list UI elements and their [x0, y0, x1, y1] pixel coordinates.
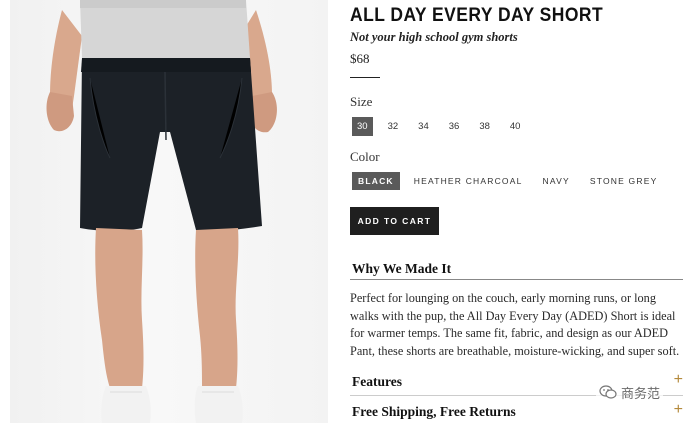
product-title: ALL DAY EVERY DAY SHORT — [350, 5, 604, 26]
plus-icon: + — [673, 401, 683, 418]
shipping-accordion[interactable]: Free Shipping, Free Returns + — [350, 401, 683, 423]
color-selector: BLACK HEATHER CHARCOAL NAVY STONE GREY — [352, 172, 671, 190]
plus-icon: + — [673, 371, 683, 388]
watermark: 商务范 — [596, 382, 664, 403]
watermark-text: 商务范 — [621, 387, 661, 402]
product-price: $68 — [350, 51, 370, 66]
model-shorts-illustration — [46, 0, 277, 423]
size-option-34[interactable]: 34 — [413, 117, 434, 136]
color-option-black[interactable]: BLACK — [352, 172, 400, 190]
size-label: Size — [350, 94, 373, 109]
color-label: Color — [350, 149, 380, 164]
size-option-30[interactable]: 30 — [352, 117, 373, 136]
color-option-heather-charcoal[interactable]: HEATHER CHARCOAL — [408, 172, 529, 190]
size-option-36[interactable]: 36 — [444, 117, 465, 136]
product-info: ALL DAY EVERY DAY SHORT Not your high sc… — [350, 0, 685, 423]
why-we-made-it-heading: Why We Made It — [352, 261, 452, 276]
accordion-title: Features — [352, 374, 402, 389]
product-subtitle: Not your high school gym shorts — [350, 30, 518, 44]
wechat-icon — [599, 385, 617, 399]
product-image — [10, 0, 328, 423]
add-to-cart-button[interactable]: ADD TO CART — [350, 207, 439, 235]
size-option-32[interactable]: 32 — [383, 117, 404, 136]
size-selector: 30 32 34 36 38 40 — [352, 117, 535, 136]
size-option-38[interactable]: 38 — [474, 117, 495, 136]
size-option-40[interactable]: 40 — [505, 117, 526, 136]
product-description: Perfect for lounging on the couch, early… — [350, 291, 680, 358]
color-option-stone-grey[interactable]: STONE GREY — [584, 172, 664, 190]
accordion-title: Free Shipping, Free Returns — [352, 404, 516, 419]
color-option-navy[interactable]: NAVY — [537, 172, 576, 190]
divider — [350, 77, 380, 78]
divider — [350, 279, 683, 280]
